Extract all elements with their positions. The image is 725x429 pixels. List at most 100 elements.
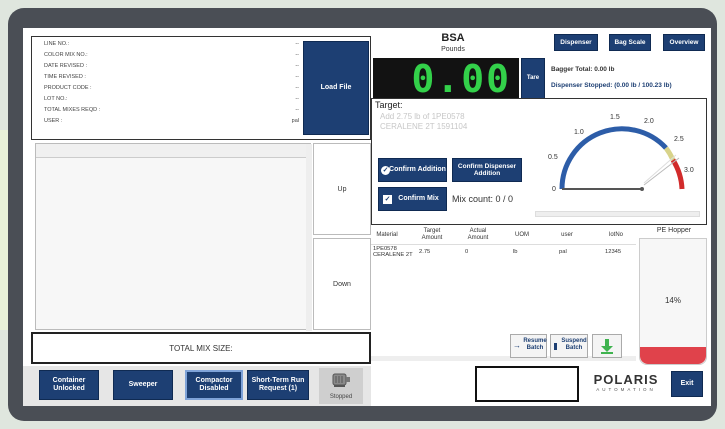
table-divider: [371, 244, 636, 245]
exit-button[interactable]: Exit: [671, 371, 703, 397]
load-file-button[interactable]: Load File: [303, 41, 369, 135]
download-icon: [601, 339, 613, 354]
message-box: [475, 366, 579, 402]
bagger-total: Bagger Total: 0.00 lb: [551, 66, 615, 73]
cell-lotno: 12345: [605, 249, 622, 255]
info-value: --: [295, 107, 299, 113]
gauge-arc-red: [670, 158, 685, 190]
scale-display: 0.00: [373, 58, 519, 99]
gauge-target-marker: [643, 157, 680, 186]
info-row-lot: LOT NO.: --: [44, 96, 299, 102]
info-value: pal: [291, 118, 299, 124]
bag-scale-button[interactable]: Bag Scale: [609, 34, 651, 51]
motor-icon: [332, 373, 350, 387]
info-row-mixes: TOTAL MIXES REQD : --: [44, 107, 299, 113]
confirm-mix-label: Confirm Mix: [398, 194, 439, 202]
cell-user: pal: [559, 249, 567, 255]
up-label: Up: [337, 185, 347, 193]
gauge-tick-label: 0.5: [548, 154, 558, 161]
col-target-amount: Target Amount: [421, 228, 443, 241]
compactor-disabled-button[interactable]: Compactor Disabled: [185, 370, 243, 400]
scale-unit: Pounds: [441, 46, 465, 53]
target-panel: Target: Add 2.75 lb of 1PE0578 CERALENE …: [371, 98, 707, 225]
info-label: TIME REVISED :: [44, 74, 86, 80]
confirm-mix-button[interactable]: ✓ Confirm Mix: [378, 187, 447, 211]
hopper-percent: 14%: [664, 296, 681, 305]
dispenser-stopped-status: Dispenser Stopped: (0.00 lb / 100.23 lb): [551, 82, 672, 89]
info-label: USER :: [44, 118, 63, 124]
hopper-fill: [640, 346, 706, 364]
info-row-color-mix: COLOR MIX NO.: --: [44, 52, 299, 58]
total-mix-size-bar: TOTAL MIX SIZE:: [31, 332, 371, 364]
dispenser-button[interactable]: Dispenser: [554, 34, 598, 51]
download-button[interactable]: [592, 334, 622, 358]
cell-target: 2.75: [419, 249, 431, 255]
info-row-line: LINE NO.: --: [44, 41, 299, 47]
scale-reading: 0.00: [411, 56, 511, 101]
list-scrollbar[interactable]: [306, 144, 312, 331]
info-row-user: USER : pal: [44, 118, 299, 124]
total-mix-size-label: TOTAL MIX SIZE:: [169, 343, 233, 353]
list-down-button[interactable]: Down: [313, 238, 371, 330]
hmi-screen: LINE NO.: -- COLOR MIX NO.: -- DATE REVISE…: [23, 28, 711, 406]
container-unlocked-button[interactable]: Container Unlocked: [39, 370, 99, 400]
checkbox-icon: ✓: [383, 195, 392, 204]
hopper-tank: 14%: [639, 238, 707, 365]
tare-button[interactable]: Tare: [521, 58, 545, 99]
info-value: --: [295, 63, 299, 69]
info-value: --: [295, 74, 299, 80]
suspend-batch-button[interactable]: Suspend Batch: [550, 334, 588, 358]
gauge-tick-label: 2.5: [674, 136, 684, 143]
resume-batch-button[interactable]: → Resume Batch: [510, 334, 547, 358]
gauge-tick-label: 1.0: [574, 129, 584, 136]
down-label: Down: [333, 280, 351, 288]
mix-count: Mix count: 0 / 0: [452, 194, 514, 204]
mix-info-panel: LINE NO.: -- COLOR MIX NO.: -- DATE REVISE…: [31, 36, 371, 140]
list-header-bar: [36, 144, 310, 158]
info-label: COLOR MIX NO.:: [44, 52, 88, 58]
info-label: DATE REVISED :: [44, 63, 87, 69]
target-label: Target:: [375, 100, 403, 110]
gauge-hub: [640, 187, 644, 191]
info-row-time: TIME REVISED : --: [44, 74, 299, 80]
info-value: --: [295, 96, 299, 102]
cell-uom: lb: [513, 249, 518, 255]
overview-button[interactable]: Overview: [663, 34, 705, 51]
confirm-dispenser-addition-button[interactable]: Confirm Dispenser Addition: [452, 158, 522, 182]
info-row-date: DATE REVISED : --: [44, 63, 299, 69]
suspend-batch-label: Suspend Batch: [561, 338, 587, 351]
col-actual-amount: Actual Amount: [467, 228, 489, 241]
arrow-right-icon: →: [513, 341, 521, 350]
info-value: --: [295, 52, 299, 58]
scale-title: BSA: [441, 32, 465, 44]
short-term-run-button[interactable]: Short-Term Run Request (1): [247, 370, 309, 400]
stopped-label: Stopped: [329, 394, 353, 400]
cell-material: 1PE0578 CERALENE 2T: [373, 246, 413, 259]
col-uom: UOM: [515, 232, 529, 238]
gauge-tick-label: 2.0: [644, 118, 654, 125]
col-lotno: lotNo: [608, 232, 623, 238]
polaris-logo: POLARIS AUTOMATION: [585, 372, 667, 392]
info-label: LOT NO.:: [44, 96, 68, 102]
mix-list[interactable]: [35, 143, 312, 331]
info-value: --: [295, 41, 299, 47]
gauge-scrollbar[interactable]: [535, 211, 700, 217]
hopper-title: PE Hopper: [656, 227, 692, 234]
cell-actual: 0: [465, 249, 469, 255]
target-instruction: Add 2.75 lb of 1PE0578 CERALENE 2T 15911…: [380, 112, 468, 132]
gauge-target-marker-2: [643, 154, 677, 184]
list-up-button[interactable]: Up: [313, 143, 371, 235]
logo-sub: AUTOMATION: [596, 387, 656, 392]
col-material: Material: [376, 232, 398, 238]
pause-icon: [554, 343, 557, 350]
confirm-addition-button[interactable]: ✓ Confirm Addition: [378, 158, 447, 182]
resume-batch-label: Resume Batch: [523, 338, 547, 351]
col-user: user: [561, 232, 573, 238]
logo-name: POLARIS: [593, 372, 659, 387]
compactor-status: Stopped: [319, 368, 363, 404]
info-row-product: PRODUCT CODE : --: [44, 85, 299, 91]
gauge-tick-label: 3.0: [684, 167, 694, 174]
table-row[interactable]: 1PE0578 CERALENE 2T 2.75 0 lb pal 12345: [371, 246, 636, 264]
gauge-tick-label: 0: [552, 186, 556, 193]
sweeper-button[interactable]: Sweeper: [113, 370, 173, 400]
